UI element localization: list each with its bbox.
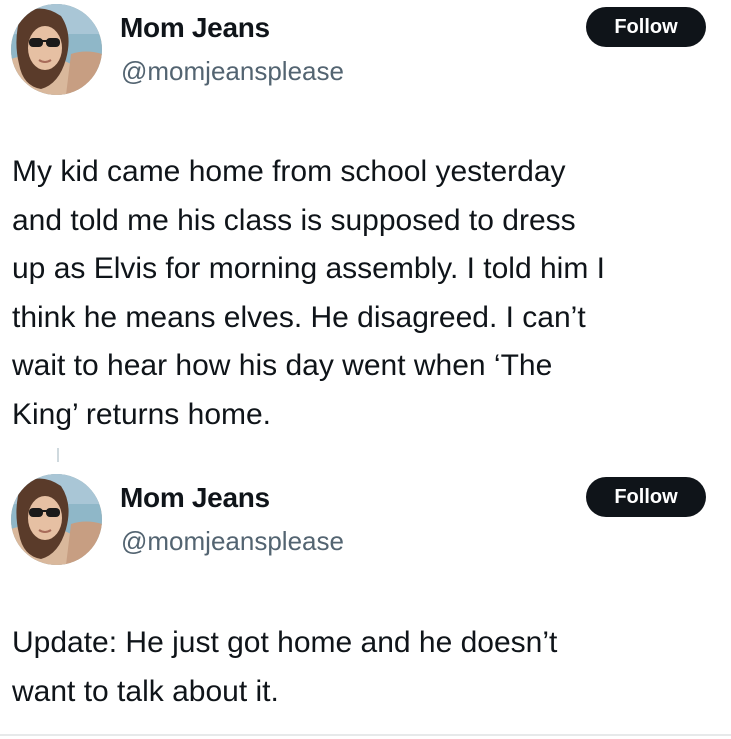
tweet-line: King’ returns home. xyxy=(12,397,272,431)
author-name[interactable]: Mom Jeans xyxy=(120,482,270,514)
tweet-line: My kid came home from school yesterday xyxy=(12,155,566,188)
tweet-text: My kid came home from school yesterday a… xyxy=(12,148,712,439)
tweet[interactable]: Mom Jeans @momjeansplease Follow Update:… xyxy=(0,470,731,739)
author-name[interactable]: Mom Jeans xyxy=(120,12,270,44)
tweet-line: up as Elvis for morning assembly. I told… xyxy=(12,252,605,285)
tweet-thread: Mom Jeans @momjeansplease Follow My kid … xyxy=(0,0,731,739)
profile-photo-icon xyxy=(11,474,102,565)
tweet-line: wait to hear how his day went when ‘The xyxy=(12,349,553,382)
author-handle[interactable]: @momjeansplease xyxy=(121,526,344,557)
tweet[interactable]: Mom Jeans @momjeansplease Follow My kid … xyxy=(0,0,731,440)
thread-connector xyxy=(57,448,59,462)
profile-photo-icon xyxy=(11,4,102,95)
tweet-line: think he means elves. He disagreed. I ca… xyxy=(12,300,586,334)
tweet-text: Update: He just got home and he doesn’t … xyxy=(12,619,712,716)
tweet-line: Update: He just got home and he doesn’t xyxy=(12,626,558,659)
tweet-line: and told me his class is supposed to dre… xyxy=(12,203,576,237)
divider xyxy=(0,734,731,736)
follow-button[interactable]: Follow xyxy=(586,477,706,517)
avatar[interactable] xyxy=(11,4,102,95)
follow-button[interactable]: Follow xyxy=(586,7,706,47)
tweet-line: want to talk about it. xyxy=(12,674,279,708)
avatar[interactable] xyxy=(11,474,102,565)
author-handle[interactable]: @momjeansplease xyxy=(121,56,344,87)
